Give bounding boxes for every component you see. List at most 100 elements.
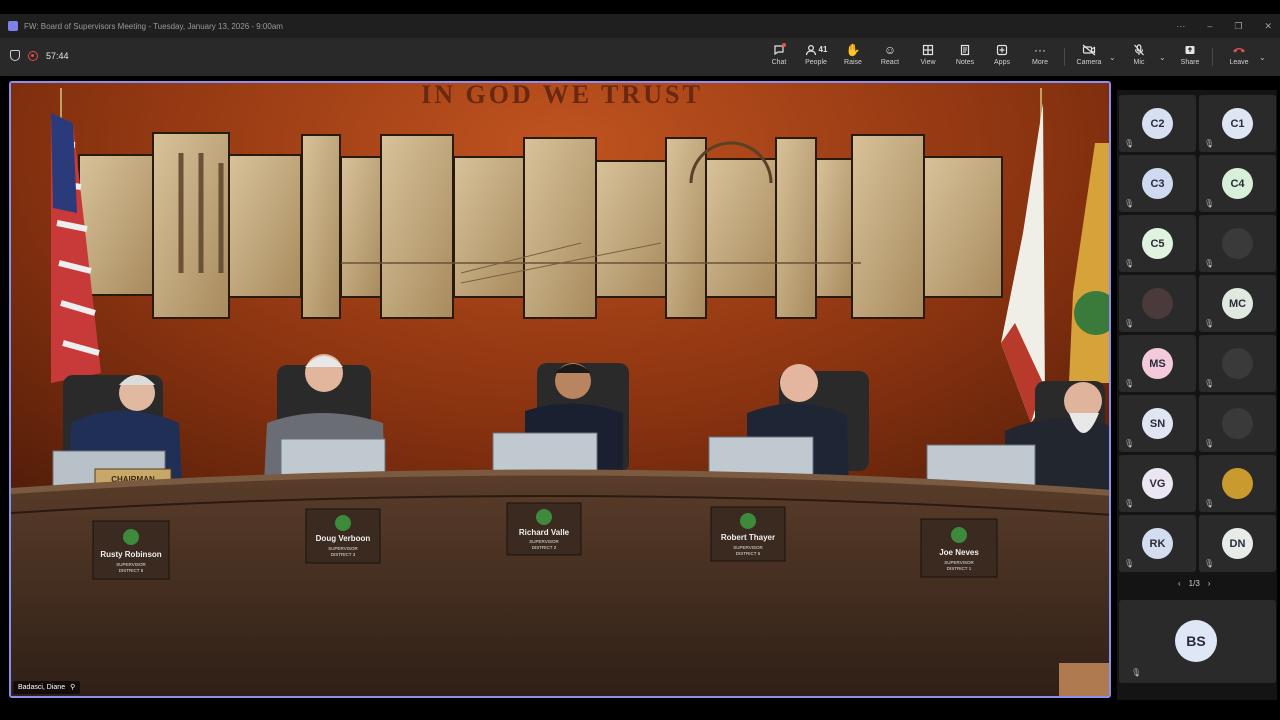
react-button[interactable]: ☺ React (872, 43, 908, 71)
toolbar-divider (1064, 48, 1065, 66)
participant-tile[interactable]: MS 🎙︎ (1119, 335, 1196, 392)
raise-hand-button[interactable]: ✋ Raise (835, 43, 871, 71)
meeting-timer: 57:44 (46, 50, 69, 61)
nameplate-district-2: Richard Valle SUPERVISOR DISTRICT 2 (506, 502, 582, 556)
share-button[interactable]: Share (1172, 43, 1208, 71)
notes-button[interactable]: Notes (947, 43, 983, 71)
hand-icon: ✋ (845, 43, 861, 57)
podium-corner (1059, 663, 1109, 696)
mic-muted-icon: 🎙︎ (1124, 559, 1135, 568)
mic-muted-icon: 🎙︎ (1204, 199, 1215, 208)
nameplate-title: SUPERVISOR (328, 546, 358, 551)
apps-button[interactable]: Apps (984, 43, 1020, 71)
avatar (1222, 408, 1253, 439)
chat-button[interactable]: Chat (761, 43, 797, 71)
participant-tile[interactable]: C1 🎙︎ (1199, 95, 1276, 152)
next-page-chevron-icon[interactable]: › (1208, 579, 1211, 588)
leave-label: Leave (1229, 59, 1249, 66)
chat-label: Chat (771, 59, 787, 66)
avatar: C4 (1222, 168, 1253, 199)
mic-off-icon (1133, 43, 1145, 57)
participant-tile[interactable]: 🎙︎ (1199, 395, 1276, 452)
participant-tile[interactable]: RK 🎙︎ (1119, 515, 1196, 572)
camera-options-chevron-icon[interactable]: ⌄ (1109, 53, 1116, 62)
participant-tile[interactable]: C5 🎙︎ (1119, 215, 1196, 272)
participant-tile[interactable]: SN 🎙︎ (1119, 395, 1196, 452)
participant-tile[interactable]: 🎙︎ (1119, 275, 1196, 332)
mic-muted-icon: 🎙︎ (1131, 668, 1142, 677)
people-count: 41 (818, 45, 828, 54)
people-button[interactable]: 41 People (798, 43, 834, 71)
restore-icon[interactable]: ❐ (1234, 21, 1242, 32)
nameplate-title: SUPERVISOR (733, 545, 763, 550)
nameplate-district-3: Doug Verboon SUPERVISOR DISTRICT 3 (305, 508, 381, 564)
camera-label: Camera (1076, 59, 1102, 66)
mic-muted-icon: 🎙︎ (1204, 439, 1215, 448)
nameplate-title: SUPERVISOR (529, 539, 559, 544)
avatar: MC (1222, 288, 1253, 319)
camera-button[interactable]: Camera (1071, 43, 1107, 71)
nameplate-district: DISTRICT 6 (119, 568, 144, 573)
mic-options-chevron-icon[interactable]: ⌄ (1159, 53, 1166, 62)
toolbar-divider (1212, 48, 1213, 66)
record-icon (28, 50, 38, 61)
avatar: C5 (1142, 228, 1173, 259)
nameplate-district: DISTRICT 1 (947, 566, 972, 571)
mic-muted-icon: 🎙︎ (1204, 319, 1215, 328)
window-more-icon[interactable]: ··· (1176, 21, 1185, 31)
avatar: MS (1142, 348, 1173, 379)
mic-button[interactable]: Mic (1121, 43, 1157, 71)
nameplate-name: Rusty Robinson (100, 550, 161, 559)
view-button[interactable]: View (910, 43, 946, 71)
minimize-icon[interactable]: – (1207, 21, 1212, 31)
leave-button[interactable]: Leave (1221, 43, 1257, 71)
mic-muted-icon: 🎙︎ (1124, 439, 1135, 448)
avatar: RK (1142, 528, 1173, 559)
nameplate-title: SUPERVISOR (944, 560, 974, 565)
participant-tile[interactable]: C4 🎙︎ (1199, 155, 1276, 212)
mic-muted-icon: 🎙︎ (1124, 379, 1135, 388)
nameplate-district-6: Rusty Robinson SUPERVISOR DISTRICT 6 (92, 520, 170, 580)
apps-label: Apps (994, 59, 1010, 66)
speaker-name: Badasci, Diane (18, 684, 66, 691)
participant-tile[interactable]: DN 🎙︎ (1199, 515, 1276, 572)
mic-muted-icon: 🎙︎ (1124, 499, 1135, 508)
notes-label: Notes (955, 59, 975, 66)
participant-tile[interactable]: C2 🎙︎ (1119, 95, 1196, 152)
video-stage: IN GOD WE TRUST CHAIRMAN Rusty Robinson … (9, 81, 1111, 698)
recording-indicator: 57:44 (10, 50, 69, 61)
avatar (1222, 348, 1253, 379)
meeting-video-frame: IN GOD WE TRUST CHAIRMAN Rusty Robinson … (11, 83, 1109, 696)
more-button[interactable]: ··· More (1022, 43, 1058, 71)
unread-dot (782, 43, 786, 47)
nameplate-name: Richard Valle (519, 528, 570, 537)
participant-tile[interactable]: C3 🎙︎ (1119, 155, 1196, 212)
title-bar: FW: Board of Supervisors Meeting - Tuesd… (0, 14, 1280, 38)
nameplate-district-1: Joe Neves SUPERVISOR DISTRICT 1 (920, 518, 998, 578)
pinned-participant-tile[interactable]: BS 🎙︎ (1119, 600, 1276, 683)
leave-options-chevron-icon[interactable]: ⌄ (1259, 53, 1266, 62)
close-icon[interactable]: ✕ (1264, 21, 1272, 32)
mic-muted-icon: 🎙︎ (1124, 199, 1135, 208)
mic-muted-icon: 🎙︎ (1124, 139, 1135, 148)
participant-tile[interactable]: 🎙︎ (1199, 335, 1276, 392)
mic-muted-icon: 🎙︎ (1204, 499, 1215, 508)
avatar (1142, 288, 1173, 319)
participant-tile[interactable]: 🎙︎ (1199, 215, 1276, 272)
participant-tile[interactable]: 🎙︎ (1199, 455, 1276, 512)
participant-tile[interactable]: VG 🎙︎ (1119, 455, 1196, 512)
more-label: More (1032, 59, 1048, 66)
wall-motto: IN GOD WE TRUST (421, 83, 703, 109)
ellipsis-icon: ··· (1034, 43, 1046, 57)
page-indicator: 1/3 (1188, 579, 1200, 588)
pin-icon[interactable]: ⚲ (70, 681, 75, 694)
active-speaker-nametag: Badasci, Diane ⚲ (13, 681, 81, 694)
people-label: People (805, 59, 827, 66)
mic-label: Mic (1133, 59, 1145, 66)
avatar: DN (1222, 528, 1253, 559)
nameplate-name: Joe Neves (939, 548, 979, 557)
participant-tile[interactable]: MC 🎙︎ (1199, 275, 1276, 332)
prev-page-chevron-icon[interactable]: ‹ (1178, 579, 1181, 588)
letterbox-bottom (0, 700, 1280, 720)
agriculture-mural (78, 132, 1003, 319)
